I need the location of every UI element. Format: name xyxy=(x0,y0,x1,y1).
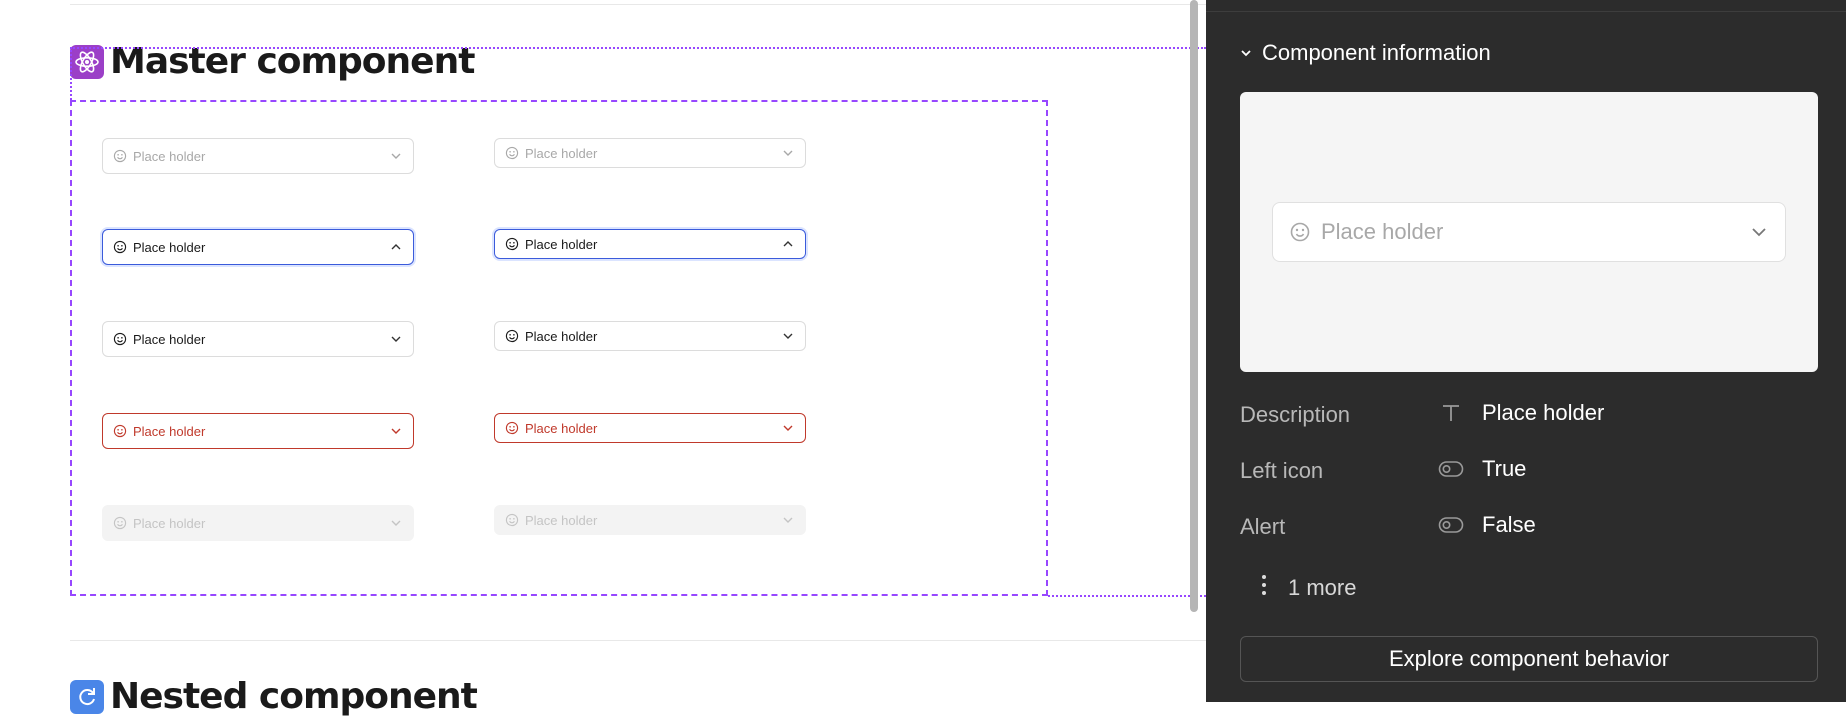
dropdown-default[interactable]: Place holder xyxy=(102,138,414,174)
preview-dropdown[interactable]: Place holder xyxy=(1272,202,1786,262)
dropdown-label: Place holder xyxy=(133,331,206,347)
section-title: Nested component xyxy=(110,676,478,717)
chevron-down-icon xyxy=(391,336,401,342)
property-value-text: True xyxy=(1482,456,1527,481)
chevron-down-icon xyxy=(391,520,401,526)
smiley-icon xyxy=(113,424,127,438)
dropdown-filled[interactable]: Place holder xyxy=(494,321,806,351)
property-name-description: Description xyxy=(1240,402,1351,427)
divider xyxy=(70,4,1206,5)
smiley-icon xyxy=(113,516,127,530)
dropdown-label: Place holder xyxy=(525,512,598,528)
dropdown-error[interactable]: Place holder xyxy=(494,413,806,443)
chevron-up-icon xyxy=(391,244,401,250)
preview-dropdown-label: Place holder xyxy=(1321,219,1444,244)
property-value-alert[interactable]: False xyxy=(1438,512,1536,538)
divider xyxy=(70,640,1206,641)
smiley-icon xyxy=(505,237,519,251)
nested-component-heading: Nested component xyxy=(70,676,478,717)
text-icon xyxy=(1438,400,1464,426)
guide-line xyxy=(1048,595,1206,597)
chevron-down-icon xyxy=(783,150,793,156)
canvas-scrollbar[interactable] xyxy=(1190,0,1198,612)
dropdown-label: Place holder xyxy=(133,239,206,255)
chevron-down-icon xyxy=(391,428,401,434)
chevron-down-icon xyxy=(391,153,401,159)
property-name-alert: Alert xyxy=(1240,514,1286,539)
guide-line xyxy=(70,47,72,100)
property-value-text: Place holder xyxy=(1482,400,1605,425)
more-vertical-icon xyxy=(1256,574,1272,602)
chevron-down-icon xyxy=(783,425,793,431)
property-value-left-icon[interactable]: True xyxy=(1438,456,1526,482)
chevron-down-icon xyxy=(783,333,793,339)
dropdown-label: Place holder xyxy=(525,236,598,252)
smiley-icon xyxy=(505,421,519,435)
smiley-icon xyxy=(1290,222,1310,242)
dropdown-filled[interactable]: Place holder xyxy=(102,321,414,357)
smiley-icon xyxy=(505,513,519,527)
dropdown-label: Place holder xyxy=(133,515,206,531)
divider xyxy=(1206,11,1846,12)
smiley-icon xyxy=(505,146,519,160)
chevron-down-icon xyxy=(1752,228,1766,237)
dropdown-label: Place holder xyxy=(133,423,206,439)
chevron-down-icon xyxy=(783,517,793,523)
toggle-icon xyxy=(1438,512,1464,538)
dropdown-focus[interactable]: Place holder xyxy=(102,229,414,265)
smiley-icon xyxy=(505,329,519,343)
chevron-down-icon xyxy=(1241,50,1251,57)
dropdown-disabled: Place holder xyxy=(102,505,414,541)
smiley-icon xyxy=(113,240,127,254)
dropdown-label: Place holder xyxy=(525,420,598,436)
inspector-panel: Component information Place holder Descr… xyxy=(1206,0,1846,702)
dropdown-disabled: Place holder xyxy=(494,505,806,535)
guide-line xyxy=(70,47,1206,49)
dropdown-label: Place holder xyxy=(133,148,206,164)
atom-icon xyxy=(70,44,104,79)
dropdown-default[interactable]: Place holder xyxy=(494,138,806,168)
more-label: 1 more xyxy=(1288,575,1357,600)
component-information-header[interactable]: Component information xyxy=(1240,40,1491,66)
component-preview: Place holder xyxy=(1240,92,1818,372)
smiley-icon xyxy=(113,149,127,163)
dropdown-error[interactable]: Place holder xyxy=(102,413,414,449)
explore-component-behavior-button[interactable]: Explore component behavior xyxy=(1240,636,1818,682)
dropdown-label: Place holder xyxy=(525,328,598,344)
chevron-up-icon xyxy=(783,241,793,247)
property-value-text: False xyxy=(1482,512,1536,537)
smiley-icon xyxy=(113,332,127,346)
more-properties-button[interactable]: 1 more xyxy=(1256,574,1356,602)
section-title: Component information xyxy=(1262,40,1491,65)
refresh-icon xyxy=(70,679,104,714)
property-name-left-icon: Left icon xyxy=(1240,458,1324,483)
toggle-icon xyxy=(1438,456,1464,482)
design-canvas[interactable]: Master component Place holder Place holde… xyxy=(0,0,1206,717)
dropdown-focus[interactable]: Place holder xyxy=(494,229,806,259)
property-value-description[interactable]: Place holder xyxy=(1438,400,1604,426)
dropdown-label: Place holder xyxy=(525,145,598,161)
